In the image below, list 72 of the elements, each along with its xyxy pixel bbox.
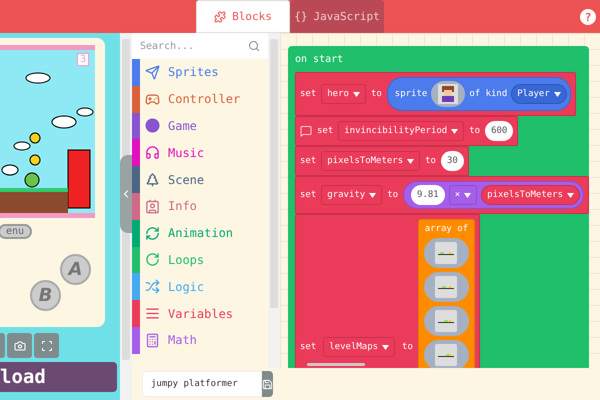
variable-dropdown[interactable]: gravity [321,185,382,205]
id-card-icon [145,198,160,214]
variable-dropdown[interactable]: hero [321,84,366,104]
array-of-keyword: array of [424,224,468,234]
horizontal-scrollbar[interactable] [307,363,365,366]
kind-dropdown[interactable]: Player [511,84,567,104]
fullscreen-icon [40,340,52,352]
braces-icon: {} [294,10,308,23]
menu-button[interactable]: enu [0,224,32,239]
character-sprite-icon [438,84,458,104]
editor-tab[interactable]: Blocks [196,0,290,33]
image-slot[interactable] [431,81,466,107]
number-field[interactable]: 9.81 [411,185,445,205]
of-kind-keyword: of kind [469,89,508,99]
caret-icon [554,92,561,96]
variable-dropdown[interactable]: pixelsToMeters [321,151,420,171]
number-field[interactable]: 600 [485,121,514,141]
tile-map-icon [435,310,458,332]
set-keyword: set [300,156,316,166]
collapse-handle[interactable] [120,155,132,233]
to-keyword: to [387,190,398,200]
caret-icon [451,128,458,134]
refresh-icon [145,226,160,241]
variable-dropdown[interactable]: pixelsToMeters [481,185,580,205]
toolbar-button[interactable] [7,333,32,358]
caret-icon [464,192,472,198]
camera-icon [14,340,26,352]
toolbar-button[interactable] [34,333,59,358]
to-keyword: to [402,342,413,352]
circle-icon [145,118,160,134]
to-keyword: to [469,126,480,136]
sprite-keyword: sprite [394,89,428,99]
tile-map-icon [435,242,458,264]
b-button[interactable]: B [30,280,61,311]
set-keyword: set [300,190,316,200]
set-keyword: set [317,126,334,136]
help-button[interactable]: ? [580,9,596,25]
set-keyword: set [300,89,316,99]
to-keyword: to [370,89,382,99]
variable-dropdown[interactable]: invincibilityPeriod [338,121,464,141]
search-field[interactable]: Search... [132,33,268,59]
lines-icon [145,306,160,322]
score-counter: 3 [76,53,89,66]
download-button[interactable]: load [0,362,117,392]
editor-tab[interactable]: {} JavaScript [290,0,384,33]
shuffle-icon [145,279,160,294]
gamepad-icon [145,92,160,107]
caret-icon [369,192,376,198]
operator-dropdown[interactable]: × [448,185,478,205]
variable-dropdown[interactable]: levelMaps [323,337,396,357]
caret-icon [567,192,574,198]
save-icon [262,378,273,390]
headphones-icon [145,145,160,160]
loop-arrow-icon [145,252,160,268]
comment-icon[interactable] [300,125,312,137]
tree-icon [145,172,160,188]
number-field[interactable]: 30 [440,151,464,171]
caret-icon [407,158,414,164]
tile-map-icon [435,276,458,298]
to-keyword: to [425,156,436,166]
a-button[interactable]: A [60,254,91,285]
calculator-icon [145,332,160,348]
tile-map-icon [435,344,458,366]
save-button[interactable] [262,371,273,397]
on-start-label: on start [295,53,344,67]
project-name-field[interactable]: jumpy platformer [142,371,262,397]
caret-icon [382,344,390,350]
caret-icon [352,92,360,96]
search-icon [248,40,260,52]
set-keyword: set [300,342,316,352]
paper-plane-icon [145,64,160,80]
puzzle-icon [214,10,226,22]
